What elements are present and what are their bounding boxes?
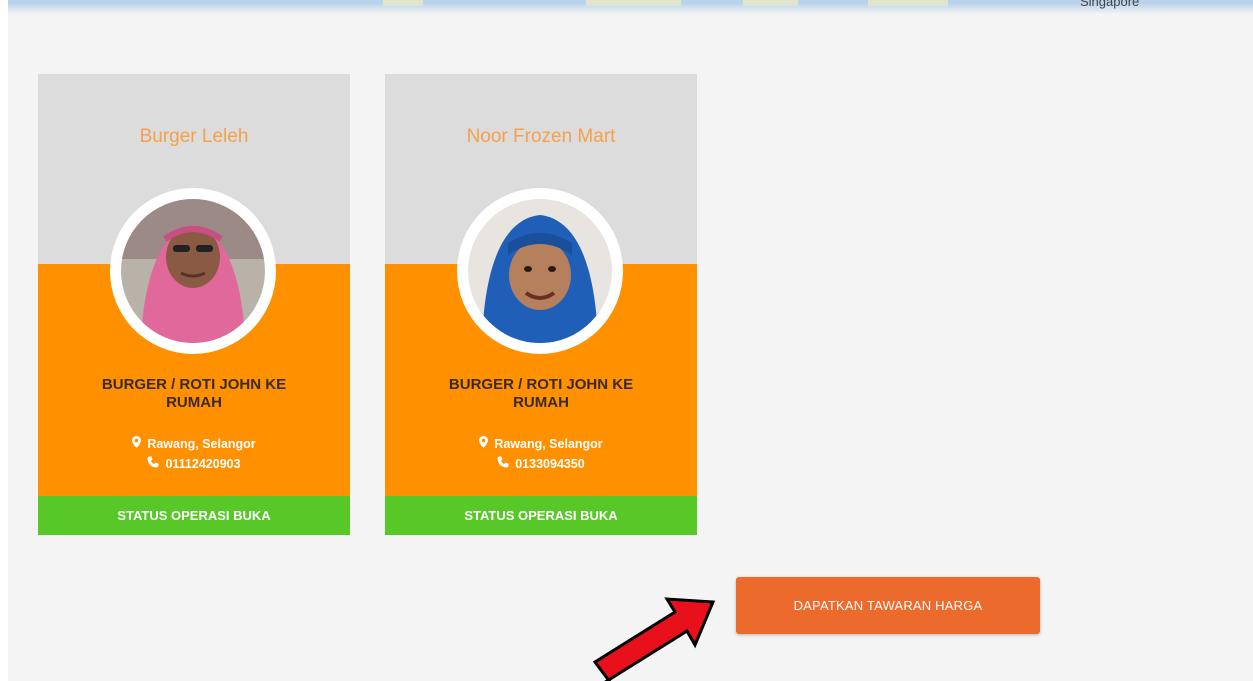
avatar-ring	[110, 188, 276, 354]
vendor-name[interactable]: Noor Frozen Mart	[385, 126, 697, 148]
vendor-card[interactable]: Noor Frozen Mart BURGER / ROTI JOHN KE R…	[385, 74, 697, 535]
vendor-phone: 0133094350	[385, 456, 697, 471]
get-quote-button[interactable]: DAPATKAN TAWARAN HARGA	[736, 577, 1040, 634]
vendor-category: BURGER / ROTI JOHN KE RUMAH	[101, 376, 287, 411]
map-land	[868, 0, 948, 6]
vendor-phone: 01112420903	[38, 456, 350, 471]
map-land	[743, 0, 798, 6]
map-marker-icon	[479, 436, 489, 451]
status-badge: STATUS OPERASI BUKA	[38, 496, 350, 535]
phone-text[interactable]: 0133094350	[515, 457, 585, 471]
vendor-category: BURGER / ROTI JOHN KE RUMAH	[448, 376, 634, 411]
avatar-ring	[457, 188, 623, 354]
vendor-card[interactable]: Burger Leleh BURGER / ROTI JOHN KE RUMAH…	[38, 74, 350, 535]
map-marker-icon	[132, 436, 142, 451]
vendor-location: Rawang, Selangor	[385, 436, 697, 451]
vendor-location: Rawang, Selangor	[38, 436, 350, 451]
location-text: Rawang, Selangor	[147, 437, 256, 451]
vendor-name[interactable]: Burger Leleh	[38, 126, 350, 148]
phone-icon	[147, 456, 159, 471]
status-badge: STATUS OPERASI BUKA	[385, 496, 697, 535]
phone-icon	[497, 456, 509, 471]
map-land	[383, 0, 423, 6]
red-arrow-icon	[592, 597, 716, 681]
map-place-label: Singapore	[1080, 0, 1140, 9]
map-land	[586, 0, 681, 6]
map-strip[interactable]: Singapore	[8, 0, 1253, 14]
location-text: Rawang, Selangor	[494, 437, 603, 451]
avatar[interactable]	[121, 199, 265, 343]
phone-text[interactable]: 01112420903	[165, 457, 240, 471]
avatar[interactable]	[468, 199, 612, 343]
